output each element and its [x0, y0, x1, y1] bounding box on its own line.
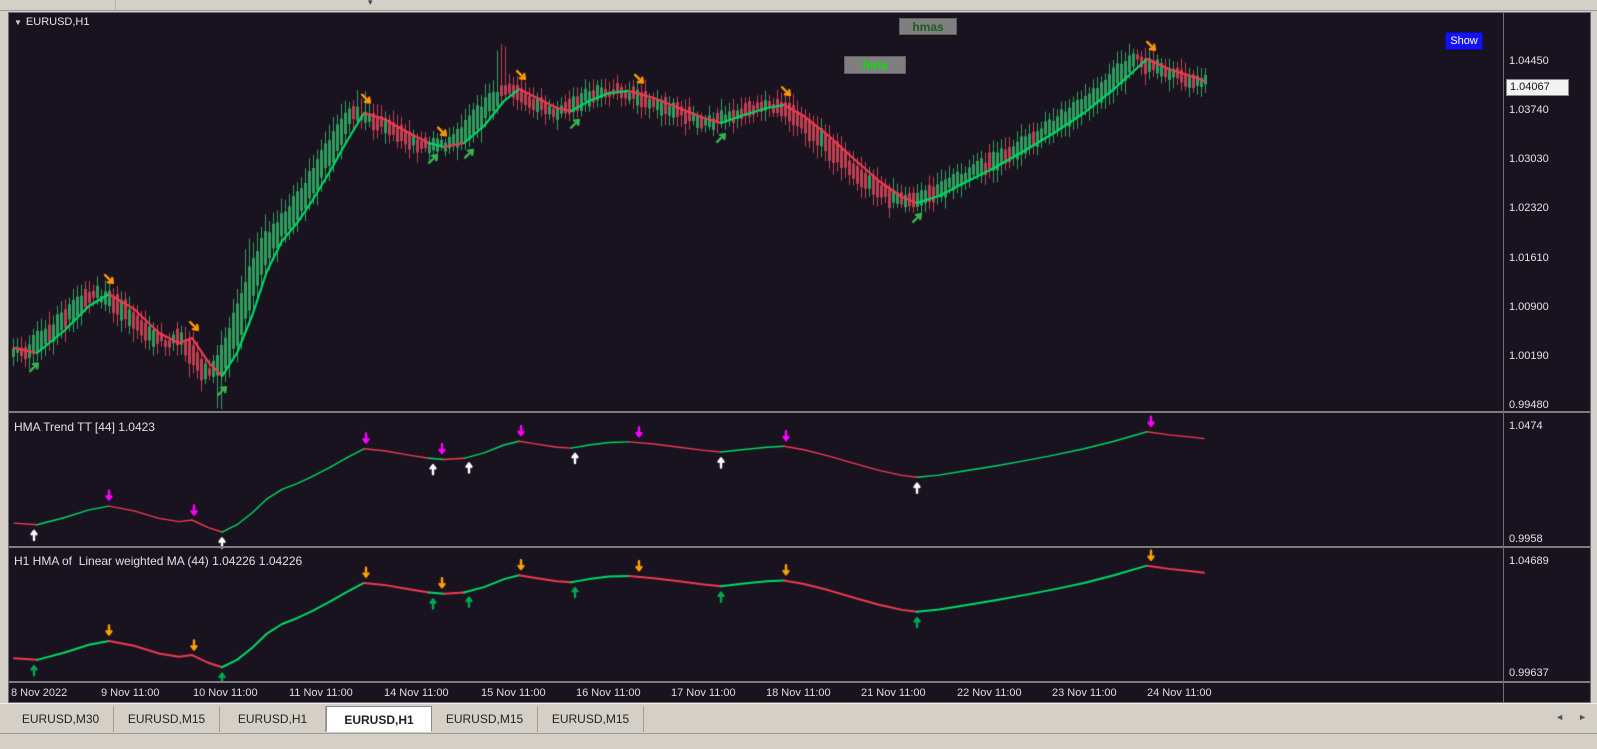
price-axis-label: 0.9958 [1509, 533, 1543, 545]
price-chart-canvas[interactable] [9, 13, 1503, 683]
symbol-text: EURUSD,H1 [25, 16, 90, 28]
time-axis-label: 9 Nov 11:00 [101, 687, 160, 699]
time-axis-label: 22 Nov 11:00 [957, 687, 1022, 699]
indicator-title-h1-hma: H1 HMA of Linear weighted MA (44) 1.0422… [14, 554, 303, 568]
metatrader-screen: ▾ ▼ EURUSD,H1 hmas hma Show HMA Trend TT… [0, 0, 1597, 749]
chart-window: ▼ EURUSD,H1 hmas hma Show HMA Trend TT [… [8, 12, 1591, 703]
price-axis-label: 1.00190 [1509, 350, 1549, 362]
price-axis-label: 1.01610 [1509, 252, 1549, 264]
window-top-strip: ▾ [0, 0, 1597, 11]
triangle-down-icon: ▼ [14, 17, 22, 27]
chart-tab[interactable]: EURUSD,H1 [326, 706, 432, 732]
price-axis-label: 1.00900 [1509, 301, 1549, 313]
price-axis-label: 1.0474 [1509, 420, 1543, 432]
time-axis-label: 24 Nov 11:00 [1147, 687, 1212, 699]
tab-scroll: ◄ ► [1555, 712, 1587, 722]
time-axis-label: 15 Nov 11:00 [481, 687, 546, 699]
price-axis-label: 1.03740 [1509, 104, 1549, 116]
time-axis-label: 10 Nov 11:00 [193, 687, 258, 699]
tab-scroll-right-button[interactable]: ► [1578, 712, 1587, 722]
price-axis-label: 1.03030 [1509, 153, 1549, 165]
chart-tab-bar: EURUSD,M30 EURUSD,M15 EURUSD,H1 EURUSD,H1 EU… [0, 703, 1597, 733]
time-axis-label: 16 Nov 11:00 [576, 687, 641, 699]
chevron-down-icon[interactable]: ▾ [368, 0, 373, 8]
time-axis-label: 11 Nov 11:00 [289, 687, 353, 699]
price-axis-label: 0.99480 [1509, 399, 1549, 411]
time-axis-label: 23 Nov 11:00 [1052, 687, 1117, 699]
chart-tab[interactable]: EURUSD,M15 [432, 706, 538, 732]
toolbar-segment [0, 0, 116, 10]
price-axis-label: 1.02320 [1509, 202, 1549, 214]
panel-separator[interactable] [9, 411, 1590, 413]
show-button[interactable]: Show [1445, 32, 1483, 50]
status-strip [0, 733, 1597, 749]
panel-separator [9, 681, 1590, 683]
time-axis-label: 8 Nov 2022 [11, 687, 68, 699]
time-axis-label: 21 Nov 11:00 [861, 687, 926, 699]
time-axis-label: 14 Nov 11:00 [384, 687, 449, 699]
tabs: EURUSD,M30 EURUSD,M15 EURUSD,H1 EURUSD,H1 EU… [8, 706, 644, 733]
current-price-badge: 1.04067 [1506, 79, 1569, 96]
symbol-label: ▼ EURUSD,H1 [14, 16, 90, 28]
price-axis-divider [1503, 13, 1504, 702]
chart-tab[interactable]: EURUSD,M30 [8, 706, 114, 732]
hma-button[interactable]: hma [844, 56, 906, 74]
price-axis-label: 1.04450 [1509, 55, 1549, 67]
price-axis-label: 1.04689 [1509, 555, 1549, 567]
tab-scroll-left-button[interactable]: ◄ [1555, 712, 1564, 722]
hmas-button[interactable]: hmas [899, 18, 957, 35]
chart-tab[interactable]: EURUSD,H1 [220, 706, 326, 732]
indicator-title-hma-trend: HMA Trend TT [44] 1.0423 [14, 420, 155, 434]
time-axis-label: 18 Nov 11:00 [766, 687, 831, 699]
panel-separator[interactable] [9, 546, 1590, 548]
chart-tab[interactable]: EURUSD,M15 [538, 706, 644, 732]
price-axis-label: 0.99637 [1509, 667, 1549, 679]
time-axis-label: 17 Nov 11:00 [671, 687, 736, 699]
chart-tab[interactable]: EURUSD,M15 [114, 706, 220, 732]
